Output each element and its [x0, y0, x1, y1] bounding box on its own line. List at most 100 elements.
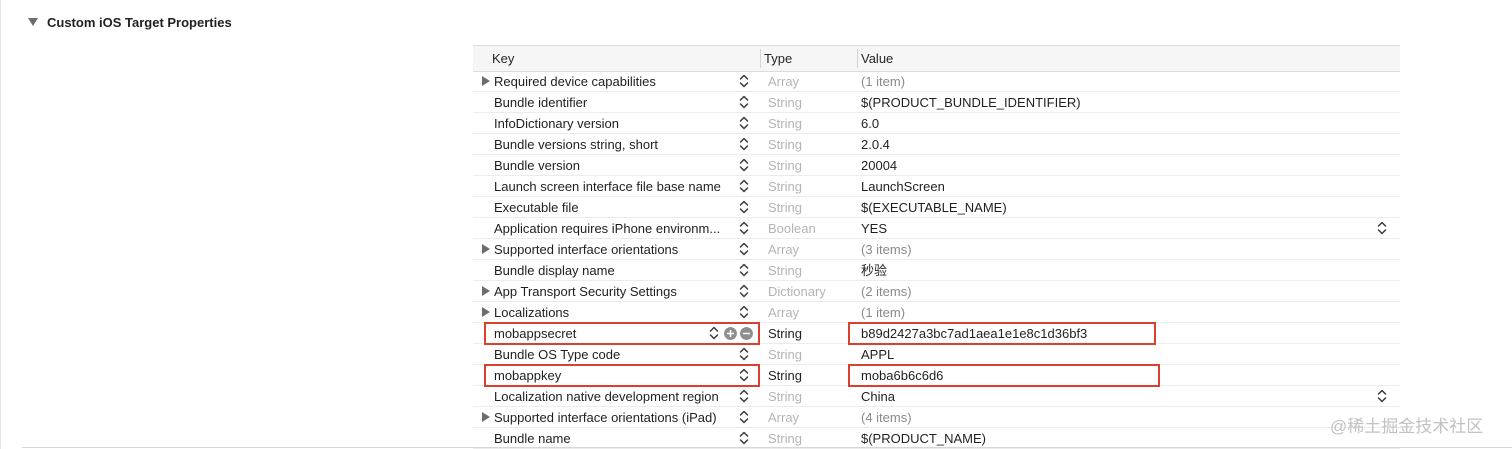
row-key[interactable]: Application requires iPhone environm...: [494, 218, 720, 239]
plist-row[interactable]: mobappkey String moba6b6c6d6: [473, 365, 1400, 386]
row-value[interactable]: LaunchScreen: [861, 176, 945, 197]
row-value[interactable]: 6.0: [861, 113, 879, 134]
row-value[interactable]: $(PRODUCT_NAME): [861, 428, 986, 449]
plist-row[interactable]: Localization native development region St…: [473, 386, 1400, 407]
plist-row[interactable]: Application requires iPhone environm... B…: [473, 218, 1400, 239]
row-key[interactable]: Bundle versions string, short: [494, 134, 658, 155]
column-divider[interactable]: [760, 49, 761, 68]
row-value[interactable]: (4 items): [861, 407, 912, 428]
row-value[interactable]: (3 items): [861, 239, 912, 260]
plist-row[interactable]: Bundle name String $(PRODUCT_NAME): [473, 428, 1400, 449]
key-stepper-icon[interactable]: [738, 345, 750, 363]
plist-row[interactable]: App Transport Security Settings Dictionar…: [473, 281, 1400, 302]
plist-row[interactable]: Localizations Array (1 item): [473, 302, 1400, 323]
row-type[interactable]: String: [768, 428, 802, 449]
row-key[interactable]: Localizations: [494, 302, 569, 323]
row-key[interactable]: mobappkey: [494, 365, 561, 386]
disclosure-triangle-open-icon[interactable]: [28, 18, 38, 26]
plist-row[interactable]: Bundle versions string, short String 2.0.4: [473, 134, 1400, 155]
key-stepper-icon[interactable]: [708, 324, 720, 342]
row-value[interactable]: China: [861, 386, 895, 407]
row-type[interactable]: String: [768, 113, 802, 134]
disclosure-triangle-icon[interactable]: [482, 76, 490, 86]
row-value[interactable]: $(PRODUCT_BUNDLE_IDENTIFIER): [861, 92, 1081, 113]
plist-row[interactable]: InfoDictionary version String 6.0: [473, 113, 1400, 134]
key-stepper-icon[interactable]: [738, 198, 750, 216]
plist-row[interactable]: Required device capabilities Array (1 item…: [473, 71, 1400, 92]
row-type[interactable]: String: [768, 155, 802, 176]
plist-row[interactable]: mobappsecret String b89d2427a3bc7ad1aea1e1…: [473, 323, 1400, 344]
row-type[interactable]: Dictionary: [768, 281, 826, 302]
row-type[interactable]: Array: [768, 407, 799, 428]
column-divider[interactable]: [857, 49, 858, 68]
key-stepper-icon[interactable]: [738, 408, 750, 426]
row-key[interactable]: Bundle version: [494, 155, 580, 176]
row-value[interactable]: 2.0.4: [861, 134, 890, 155]
row-value[interactable]: 秒验: [861, 260, 887, 281]
row-type[interactable]: String: [768, 365, 802, 386]
row-type[interactable]: String: [768, 134, 802, 155]
section-header[interactable]: Custom iOS Target Properties: [28, 12, 232, 32]
key-stepper-icon[interactable]: [738, 366, 750, 384]
disclosure-triangle-icon[interactable]: [482, 412, 490, 422]
disclosure-triangle-icon[interactable]: [482, 244, 490, 254]
remove-item-icon[interactable]: [740, 327, 753, 340]
plist-row[interactable]: Executable file String $(EXECUTABLE_NAME): [473, 197, 1400, 218]
row-value[interactable]: (2 items): [861, 281, 912, 302]
row-type[interactable]: String: [768, 344, 802, 365]
row-key[interactable]: Localization native development region: [494, 386, 719, 407]
row-type[interactable]: String: [768, 323, 802, 344]
row-value[interactable]: (1 item): [861, 302, 905, 323]
key-stepper-icon[interactable]: [738, 429, 750, 447]
row-key[interactable]: mobappsecret: [494, 323, 576, 344]
disclosure-triangle-icon[interactable]: [482, 307, 490, 317]
column-header-type[interactable]: Type: [764, 46, 792, 71]
row-value[interactable]: b89d2427a3bc7ad1aea1e1e8c1d36bf3: [861, 323, 1087, 344]
key-stepper-icon[interactable]: [738, 261, 750, 279]
plist-row[interactable]: Bundle identifier String $(PRODUCT_BUNDLE_…: [473, 92, 1400, 113]
plist-row[interactable]: Supported interface orientations (iPad) A…: [473, 407, 1400, 428]
key-stepper-icon[interactable]: [738, 156, 750, 174]
row-key[interactable]: App Transport Security Settings: [494, 281, 677, 302]
row-type[interactable]: String: [768, 197, 802, 218]
plist-row[interactable]: Bundle version String 20004: [473, 155, 1400, 176]
key-stepper-icon[interactable]: [738, 93, 750, 111]
plist-row[interactable]: Launch screen interface file base name St…: [473, 176, 1400, 197]
row-value[interactable]: $(EXECUTABLE_NAME): [861, 197, 1007, 218]
value-popup-icon[interactable]: [1376, 219, 1388, 237]
plist-row[interactable]: Bundle OS Type code String APPL: [473, 344, 1400, 365]
row-value[interactable]: YES: [861, 218, 887, 239]
key-stepper-icon[interactable]: [738, 177, 750, 195]
row-type[interactable]: Boolean: [768, 218, 816, 239]
key-stepper-icon[interactable]: [738, 303, 750, 321]
row-key[interactable]: Bundle OS Type code: [494, 344, 620, 365]
row-value[interactable]: moba6b6c6d6: [861, 365, 943, 386]
key-stepper-icon[interactable]: [738, 135, 750, 153]
row-type[interactable]: Array: [768, 71, 799, 92]
row-key[interactable]: Bundle display name: [494, 260, 615, 281]
key-stepper-icon[interactable]: [738, 240, 750, 258]
row-type[interactable]: Array: [768, 239, 799, 260]
key-stepper-icon[interactable]: [738, 282, 750, 300]
row-key[interactable]: Bundle identifier: [494, 92, 587, 113]
key-stepper-icon[interactable]: [738, 72, 750, 90]
value-popup-icon[interactable]: [1376, 387, 1388, 405]
add-item-icon[interactable]: [724, 327, 737, 340]
row-key[interactable]: Launch screen interface file base name: [494, 176, 721, 197]
key-stepper-icon[interactable]: [738, 114, 750, 132]
row-type[interactable]: String: [768, 176, 802, 197]
plist-row[interactable]: Bundle display name String 秒验: [473, 260, 1400, 281]
key-stepper-icon[interactable]: [738, 387, 750, 405]
row-key[interactable]: Executable file: [494, 197, 579, 218]
row-type[interactable]: String: [768, 386, 802, 407]
row-value[interactable]: 20004: [861, 155, 897, 176]
row-key[interactable]: Supported interface orientations (iPad): [494, 407, 717, 428]
row-key[interactable]: InfoDictionary version: [494, 113, 619, 134]
column-header-value[interactable]: Value: [861, 46, 893, 71]
row-value[interactable]: APPL: [861, 344, 894, 365]
disclosure-triangle-icon[interactable]: [482, 286, 490, 296]
row-type[interactable]: String: [768, 260, 802, 281]
row-key[interactable]: Supported interface orientations: [494, 239, 678, 260]
row-type[interactable]: String: [768, 92, 802, 113]
key-stepper-icon[interactable]: [738, 219, 750, 237]
